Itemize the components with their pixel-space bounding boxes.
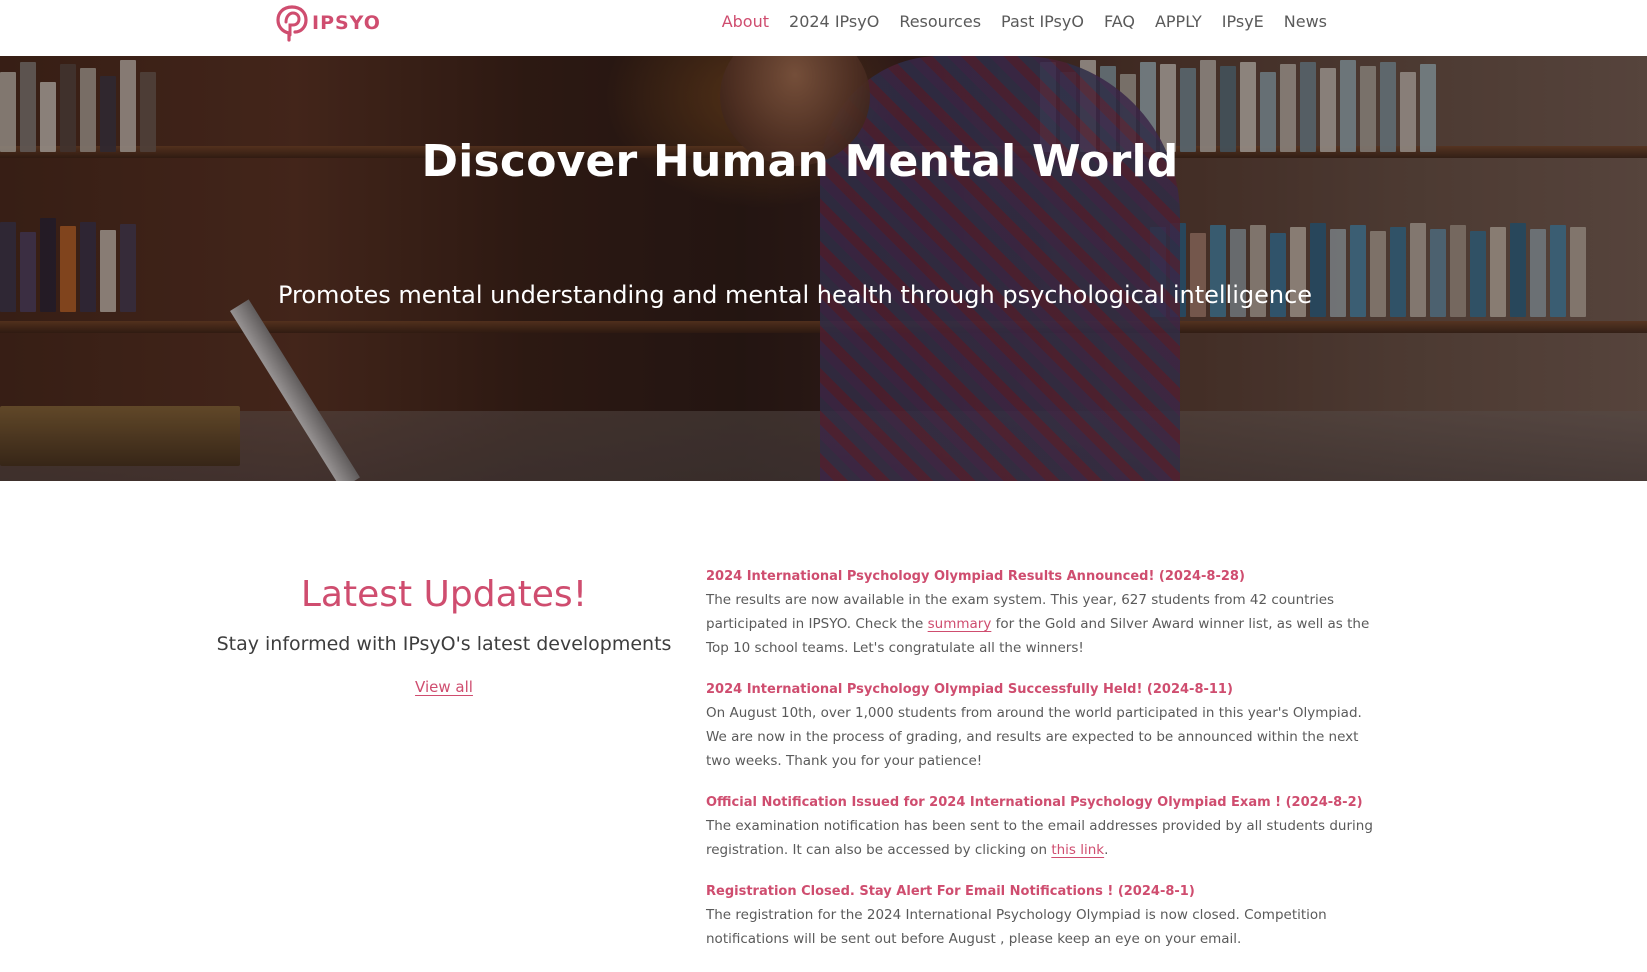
main-nav: About 2024 IPsyO Resources Past IPsyO FA… bbox=[722, 11, 1327, 33]
hero-title: Discover Human Mental World bbox=[421, 136, 1179, 187]
latest-updates-title: Latest Updates! bbox=[300, 574, 588, 615]
this-link-link[interactable]: this link bbox=[1051, 842, 1104, 858]
nav-apply[interactable]: APPLY bbox=[1155, 11, 1202, 33]
nav-past-ipsyo[interactable]: Past IPsyO bbox=[1001, 11, 1084, 33]
nav-news[interactable]: News bbox=[1284, 11, 1327, 33]
news-item-title[interactable]: Official Notification Issued for 2024 In… bbox=[706, 792, 1386, 814]
news-item: Official Notification Issued for 2024 In… bbox=[706, 792, 1386, 862]
nav-about[interactable]: About bbox=[722, 11, 769, 33]
nav-resources[interactable]: Resources bbox=[899, 11, 981, 33]
nav-ipsye[interactable]: IPsyE bbox=[1222, 11, 1264, 33]
news-item-text: The examination notification has been se… bbox=[706, 818, 1373, 858]
news-item-text: . bbox=[1104, 842, 1109, 858]
news-item-title[interactable]: 2024 International Psychology Olympiad S… bbox=[706, 679, 1386, 701]
news-item-title[interactable]: Registration Closed. Stay Alert For Emai… bbox=[706, 881, 1386, 903]
logo-link[interactable]: IPSYO bbox=[275, 3, 381, 43]
news-item-body: On August 10th, over 1,000 students from… bbox=[706, 701, 1386, 773]
nav-2024-ipsyo[interactable]: 2024 IPsyO bbox=[789, 11, 879, 33]
news-item-text: The registration for the 2024 Internatio… bbox=[706, 907, 1327, 947]
news-item-body: The registration for the 2024 Internatio… bbox=[706, 903, 1386, 951]
news-list: 2024 International Psychology Olympiad R… bbox=[706, 566, 1386, 970]
news-item: Registration Closed. Stay Alert For Emai… bbox=[706, 881, 1386, 951]
news-item: 2024 International Psychology Olympiad R… bbox=[706, 566, 1386, 660]
hero-subtitle: Promotes mental understanding and mental… bbox=[277, 281, 1313, 309]
view-all-link[interactable]: View all bbox=[415, 678, 473, 696]
news-item-body: The examination notification has been se… bbox=[706, 814, 1386, 862]
logo-icon bbox=[276, 5, 308, 42]
logo-text: IPSYO bbox=[312, 12, 381, 34]
news-item-title[interactable]: 2024 International Psychology Olympiad R… bbox=[706, 566, 1386, 588]
news-item: 2024 International Psychology Olympiad S… bbox=[706, 679, 1386, 773]
news-item-text: On August 10th, over 1,000 students from… bbox=[706, 705, 1362, 769]
nav-faq[interactable]: FAQ bbox=[1104, 11, 1135, 33]
site-header: IPSYO About 2024 IPsyO Resources Past IP… bbox=[0, 0, 1647, 57]
news-item-body: The results are now available in the exa… bbox=[706, 588, 1386, 660]
hero-banner: Discover Human Mental World Promotes men… bbox=[0, 56, 1647, 481]
latest-updates-subtitle: Stay informed with IPsyO's latest develo… bbox=[216, 633, 672, 655]
summary-link[interactable]: summary bbox=[928, 616, 992, 632]
latest-updates-intro: Latest Updates! Stay informed with IPsyO… bbox=[200, 568, 688, 696]
